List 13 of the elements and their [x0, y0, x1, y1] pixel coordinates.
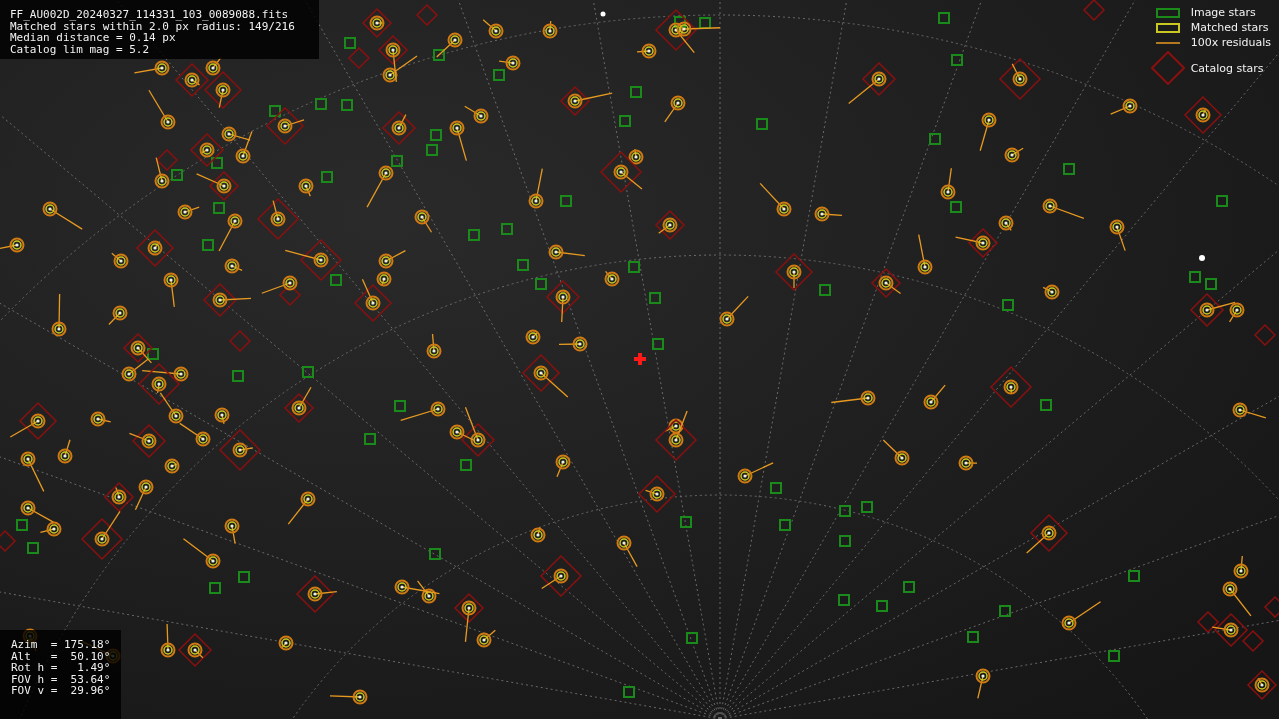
info-text: Azim = 175.18° [11, 639, 110, 651]
info-text: Matched stars within 2.0 px radius: 149/216 [10, 20, 296, 32]
info-text: Rot h = 1.49° [11, 662, 110, 674]
legend-label: Matched stars [1190, 21, 1270, 34]
info-text: FF_AU002D_20240327_114331_103_0089088.fits [10, 9, 290, 21]
legend-label: Image stars [1190, 6, 1257, 19]
info-text: FOV h = 53.64° [11, 673, 110, 685]
info-text: Catalog lim mag = 5.2 [10, 43, 151, 55]
legend-label: Catalog stars [1190, 61, 1265, 75]
info-text: Median distance = 0.14 px [10, 32, 176, 44]
info-text: Alt = 50.10° [11, 650, 110, 662]
legend-label: 100x residuals [1190, 36, 1271, 49]
info-text: FOV v = 29.96° [11, 685, 110, 697]
